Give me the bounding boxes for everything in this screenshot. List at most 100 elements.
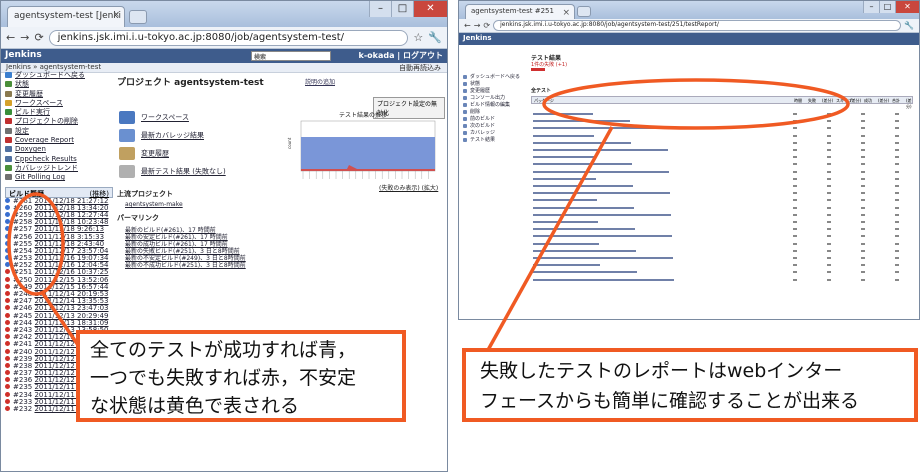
close-window-icon[interactable]: ✕ (895, 1, 919, 13)
sidebar-item[interactable]: カバレッジ (463, 129, 523, 136)
build-history-trend-link[interactable]: (推移) (90, 189, 109, 199)
sidebar-item[interactable]: ビルド情報の編集 (463, 101, 523, 108)
back-icon[interactable]: ← (464, 21, 471, 30)
package-link[interactable] (533, 264, 600, 267)
table-row[interactable] (531, 183, 919, 188)
sidebar-item[interactable]: 削除 (463, 108, 523, 115)
main-link[interactable]: 最新カバレッジ結果 (119, 129, 204, 142)
package-link[interactable] (533, 163, 632, 166)
table-header-cell[interactable]: 成功 (864, 98, 872, 104)
table-row[interactable] (531, 269, 919, 274)
table-row[interactable] (531, 248, 919, 253)
close-window-icon[interactable]: ✕ (413, 1, 447, 17)
table-row[interactable] (531, 277, 919, 282)
package-link[interactable] (533, 192, 670, 195)
package-link[interactable] (533, 134, 594, 137)
table-row[interactable] (531, 197, 919, 202)
permalink[interactable]: 最新の不成功ビルド(#251)、3 日と8時間前 (125, 260, 246, 269)
main-link[interactable]: ワークスペース (119, 111, 189, 124)
main-link[interactable]: 最新テスト結果 (失敗なし) (119, 165, 226, 178)
sidebar-item[interactable]: Cppcheck Results (5, 155, 113, 164)
table-header-cell[interactable]: 失敗 (808, 98, 816, 104)
sidebar-item[interactable]: コンソール出力 (463, 94, 523, 101)
browser-tab[interactable]: agentsystem-test #251 × (465, 4, 575, 19)
table-header-cell[interactable]: 合計 (892, 98, 900, 104)
package-link[interactable] (533, 185, 633, 187)
package-link[interactable] (533, 199, 597, 202)
package-link[interactable] (533, 127, 667, 130)
package-link[interactable] (533, 141, 631, 144)
sidebar-item[interactable]: ダッシュボードへ戻る (463, 73, 523, 80)
address-bar[interactable]: jenkins.jsk.imi.i.u-tokyo.ac.jp:8080/job… (493, 20, 902, 31)
table-row[interactable] (531, 147, 919, 152)
table-row[interactable] (531, 154, 919, 159)
sidebar-item[interactable]: 前のビルド (463, 115, 523, 122)
table-row[interactable] (531, 169, 919, 174)
package-link[interactable] (533, 113, 593, 115)
table-row[interactable] (531, 219, 919, 224)
breadcrumb-path[interactable]: Jenkins » agentsystem-test (6, 63, 101, 71)
add-description-link[interactable]: 説明の追加 (305, 77, 335, 86)
new-tab-button[interactable] (129, 10, 147, 24)
close-tab-icon[interactable]: × (112, 10, 120, 20)
maximize-icon[interactable]: □ (879, 1, 895, 13)
address-bar[interactable]: jenkins.jsk.imi.i.u-tokyo.ac.jp:8080/job… (48, 29, 409, 46)
package-link[interactable] (533, 213, 671, 216)
package-link[interactable] (533, 206, 634, 209)
close-tab-icon[interactable]: × (562, 8, 570, 18)
package-link[interactable] (533, 278, 674, 281)
sidebar-item[interactable]: 設定 (5, 127, 113, 136)
package-link[interactable] (533, 120, 630, 123)
table-row[interactable] (531, 241, 919, 246)
package-link[interactable] (533, 235, 672, 238)
package-link[interactable] (533, 228, 635, 231)
table-row[interactable] (531, 161, 919, 166)
sidebar-item[interactable]: プロジェクトの削除 (5, 117, 113, 126)
package-link[interactable] (533, 249, 636, 252)
table-row[interactable] (531, 205, 919, 210)
forward-icon[interactable]: → (474, 21, 481, 30)
package-link[interactable] (533, 156, 595, 159)
search-input[interactable]: 検索 (251, 51, 331, 61)
back-icon[interactable]: ← (6, 31, 15, 44)
table-row[interactable] (531, 262, 919, 267)
sidebar-item[interactable]: Git Polling Log (5, 173, 113, 182)
test-trend-chart[interactable]: テスト結果の推移 count (287, 111, 439, 191)
wrench-icon[interactable]: 🔧 (904, 21, 914, 30)
sidebar-item[interactable]: 次のビルド (463, 122, 523, 129)
sidebar-item[interactable]: 状態 (463, 80, 523, 87)
table-header-cell[interactable]: (差分) (878, 98, 889, 104)
package-link[interactable] (533, 170, 669, 173)
maximize-icon[interactable]: □ (391, 1, 413, 17)
sidebar-item[interactable]: 状態 (5, 80, 113, 89)
package-link[interactable] (533, 149, 668, 151)
minimize-icon[interactable]: – (369, 1, 391, 17)
package-link[interactable] (533, 242, 599, 245)
reload-icon[interactable]: ⟳ (483, 21, 490, 30)
sidebar-item[interactable]: テスト結果 (463, 136, 523, 143)
table-row[interactable] (531, 255, 919, 260)
table-row[interactable] (531, 190, 919, 195)
sidebar-item[interactable]: Doxygen (5, 145, 113, 154)
table-row[interactable] (531, 133, 919, 138)
table-row[interactable] (531, 212, 919, 217)
wrench-icon[interactable]: 🔧 (428, 31, 442, 44)
reload-icon[interactable]: ⟳ (34, 31, 43, 44)
build-id[interactable]: #232 (13, 405, 32, 413)
jenkins-logo[interactable]: Jenkins (463, 34, 492, 42)
table-row[interactable] (531, 111, 919, 116)
main-link[interactable]: 変更履歴 (119, 147, 169, 160)
package-link[interactable] (533, 221, 598, 223)
table-row[interactable] (531, 176, 919, 181)
package-link[interactable] (533, 257, 673, 259)
sidebar-item[interactable]: 変更履歴 (463, 87, 523, 94)
minimize-icon[interactable]: – (863, 1, 879, 13)
table-header-cell[interactable]: 時間 (794, 98, 802, 104)
table-row[interactable] (531, 226, 919, 231)
jenkins-logo[interactable]: Jenkins (5, 50, 42, 60)
sidebar-item[interactable]: 変更履歴 (5, 90, 113, 99)
sidebar-item[interactable]: ワークスペース (5, 99, 113, 108)
chart-legend-link[interactable]: (失敗のみ表示) (拡大) (379, 183, 438, 192)
sidebar-item[interactable]: ダッシュボードへ戻る (5, 71, 113, 80)
sidebar-item[interactable]: Coverage Report (5, 136, 113, 145)
